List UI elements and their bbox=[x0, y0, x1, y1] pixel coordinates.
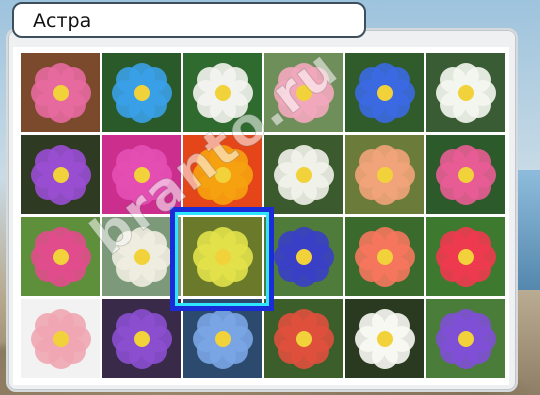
gladiolus-icon bbox=[264, 299, 343, 378]
flower-center bbox=[295, 166, 312, 183]
flower-tile[interactable] bbox=[426, 299, 505, 378]
flower-tile[interactable] bbox=[21, 299, 100, 378]
flower-center bbox=[457, 248, 474, 265]
flower-tile[interactable] bbox=[345, 53, 424, 132]
flower-center bbox=[52, 330, 69, 347]
magenta-dahlia-icon bbox=[102, 135, 181, 214]
pink-orchid-icon bbox=[21, 53, 100, 132]
purple-primrose-icon bbox=[21, 135, 100, 214]
flower-tile[interactable] bbox=[345, 135, 424, 214]
orange-gerbera-icon bbox=[183, 135, 262, 214]
blue-iris-icon bbox=[264, 217, 343, 296]
flower-center bbox=[376, 166, 393, 183]
flower-center bbox=[133, 248, 150, 265]
blue-cornflower-icon bbox=[102, 53, 181, 132]
tulip-mix-icon bbox=[426, 217, 505, 296]
flower-tile[interactable] bbox=[426, 135, 505, 214]
flower-center bbox=[457, 84, 474, 101]
flower-center bbox=[214, 166, 231, 183]
flower-center bbox=[214, 330, 231, 347]
flower-center bbox=[376, 248, 393, 265]
flower-tile[interactable] bbox=[345, 217, 424, 296]
answer-title: Астра bbox=[33, 10, 92, 32]
pink-rose-icon bbox=[264, 53, 343, 132]
white-alstroemeria-icon bbox=[21, 299, 100, 378]
flower-center bbox=[295, 248, 312, 265]
peach-lily-icon bbox=[345, 135, 424, 214]
pink-daisy-icon bbox=[426, 135, 505, 214]
flower-center bbox=[52, 248, 69, 265]
flower-tile[interactable] bbox=[264, 299, 343, 378]
flower-center bbox=[295, 330, 312, 347]
flower-center bbox=[133, 84, 150, 101]
flower-tile[interactable] bbox=[21, 135, 100, 214]
flower-tile[interactable] bbox=[264, 53, 343, 132]
flower-tile[interactable] bbox=[426, 53, 505, 132]
white-snowdrop-icon bbox=[345, 299, 424, 378]
flower-tile[interactable] bbox=[102, 135, 181, 214]
flower-center bbox=[52, 84, 69, 101]
flower-center bbox=[457, 330, 474, 347]
purple-crocus-icon bbox=[426, 299, 505, 378]
flower-center bbox=[133, 166, 150, 183]
flower-center bbox=[214, 84, 231, 101]
answer-field: Астра bbox=[12, 2, 366, 38]
flower-center bbox=[133, 330, 150, 347]
selection-highlight bbox=[170, 207, 274, 311]
blue-forget-me-not-icon bbox=[345, 53, 424, 132]
flower-center bbox=[52, 166, 69, 183]
pink-carnation-icon bbox=[21, 217, 100, 296]
coral-peony-icon bbox=[345, 217, 424, 296]
flower-tile[interactable] bbox=[426, 217, 505, 296]
flower-tile[interactable] bbox=[102, 53, 181, 132]
flower-tile[interactable] bbox=[21, 217, 100, 296]
flower-tile[interactable] bbox=[345, 299, 424, 378]
flower-tile[interactable] bbox=[264, 217, 343, 296]
flower-tile[interactable] bbox=[264, 135, 343, 214]
white-calla-icon bbox=[183, 53, 262, 132]
flower-center bbox=[457, 166, 474, 183]
white-chrysanthemum-icon bbox=[426, 53, 505, 132]
flower-tile[interactable] bbox=[183, 53, 262, 132]
flower-tile[interactable] bbox=[183, 135, 262, 214]
flower-center bbox=[376, 330, 393, 347]
flower-center bbox=[295, 84, 312, 101]
flower-tile[interactable] bbox=[21, 53, 100, 132]
white-narcissus-icon bbox=[264, 135, 343, 214]
flower-center bbox=[376, 84, 393, 101]
